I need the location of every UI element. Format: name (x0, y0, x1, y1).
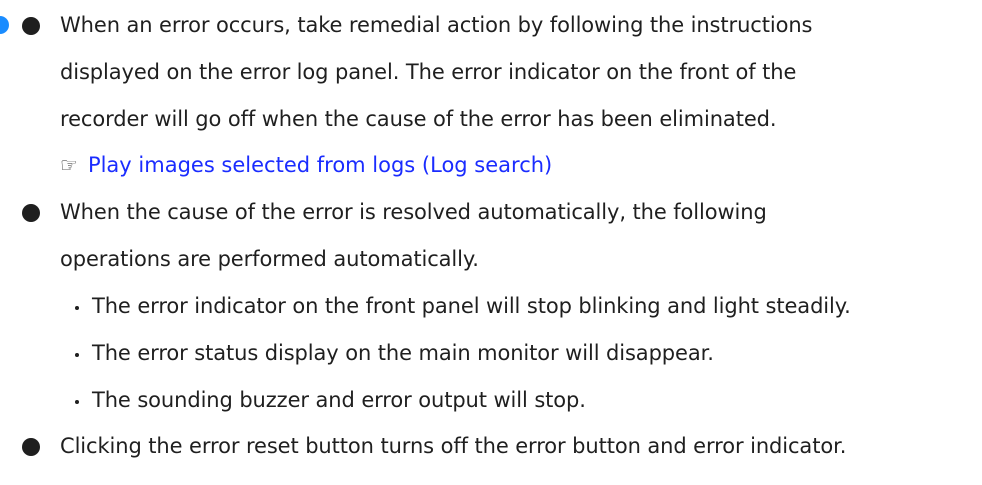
sub-list-item: The sounding buzzer and error output wil… (72, 390, 586, 411)
sub-list-item: The error status display on the main mon… (72, 343, 714, 364)
bullet-text-line: recorder will go off when the cause of t… (60, 107, 777, 131)
log-search-link-text: Play images selected from logs (Log sear… (87, 153, 553, 177)
sub-item-text: The error status display on the main mon… (92, 341, 714, 365)
pointing-hand-icon: ☞ (60, 153, 78, 177)
log-search-link[interactable]: ☞ Play images selected from logs (Log sea… (60, 155, 552, 176)
sub-list-item: The error indicator on the front panel w… (72, 296, 851, 317)
bullet-text-line: Clicking the error reset button turns of… (60, 434, 847, 458)
bullet-text-line: When the cause of the error is resolved … (60, 200, 767, 224)
sub-bullet-dot-icon (75, 306, 79, 310)
sub-item-text: The error indicator on the front panel w… (92, 294, 851, 318)
sub-bullet-dot-icon (75, 400, 79, 404)
bullet-text-line: displayed on the error log panel. The er… (60, 60, 797, 84)
bullet-dot-icon (22, 17, 40, 35)
bullet-text-line: operations are performed automatically. (60, 247, 479, 271)
sub-item-text: The sounding buzzer and error output wil… (92, 388, 586, 412)
sub-bullet-dot-icon (75, 353, 79, 357)
help-page: When an error occurs, take remedial acti… (0, 0, 982, 485)
bullet-text-line: When an error occurs, take remedial acti… (60, 13, 813, 37)
bullet-dot-icon (22, 438, 40, 456)
edge-marker-icon (0, 16, 9, 34)
bullet-dot-icon (22, 204, 40, 222)
